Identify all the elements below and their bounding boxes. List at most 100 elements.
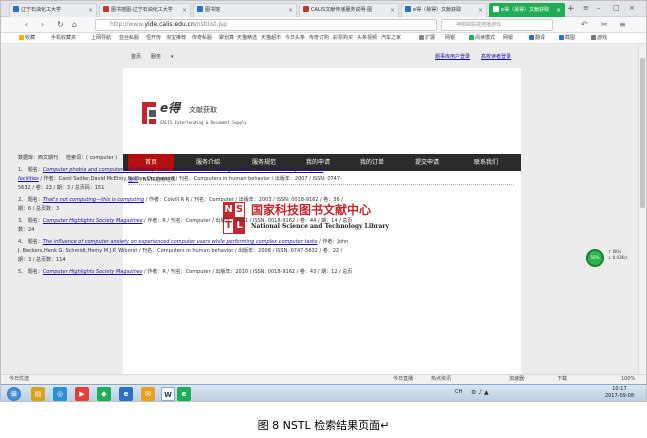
bookmark-item[interactable]: 恒开传 — [146, 34, 161, 43]
extension-item[interactable]: 截图 — [559, 34, 575, 43]
bookmark-item[interactable]: 亚丝私服 — [119, 34, 139, 43]
translate-icon — [529, 35, 534, 40]
more-icon[interactable]: ≡ — [619, 20, 626, 30]
tab-yide-active[interactable]: e得（易得）文献获取 × — [489, 3, 565, 17]
tab-bar: 辽宁石油化工大学 × 图书馆图-辽宁石油化工大学 × 图书馆 × CALIS文献传递服… — [1, 1, 646, 17]
forward-icon[interactable]: › — [41, 20, 44, 30]
brand-name: e得 — [160, 101, 181, 115]
close-icon[interactable]: × — [182, 4, 187, 17]
status-item[interactable]: 今日直播 — [393, 375, 413, 384]
chevron-down-icon[interactable]: ▾ — [171, 52, 174, 62]
navigation-bar: ‹ › ↻ ⌂ http://www.yide.calis.edu.cn/nst… — [1, 17, 646, 33]
app-icon[interactable]: ✉ — [141, 387, 155, 401]
scrollbar-thumb[interactable] — [640, 58, 645, 208]
maximize-icon[interactable]: □ — [613, 2, 620, 15]
explorer-icon[interactable]: ▤ — [31, 387, 45, 401]
close-icon[interactable]: × — [88, 4, 93, 17]
reader-login-link[interactable]: 高校读者登录 — [481, 52, 511, 62]
bookmark-item[interactable]: 传奇订购 — [309, 34, 329, 43]
tab-lnpu[interactable]: 辽宁石油化工大学 × — [9, 3, 97, 17]
close-icon[interactable]: × — [556, 4, 561, 17]
menu-submit-request[interactable]: 提交申请 — [399, 154, 455, 171]
minimize-icon[interactable]: – — [597, 2, 601, 15]
page-viewport: 首页 服务 ▾ 题事库用户登录 高校读者登录 e得 文献获取 CALIS Int… — [1, 44, 646, 374]
search-input[interactable]: 神眼睛联歌搜播游戏 — [441, 19, 553, 31]
bookmark-item[interactable]: 淘宝推荐 — [166, 34, 186, 43]
library-login-link[interactable]: 题事库用户登录 — [435, 52, 470, 62]
result-title-link[interactable]: The influence of computer anxiety on exp… — [43, 239, 318, 245]
tab-yide-1[interactable]: e得（易得）文献获取 × — [401, 3, 487, 17]
new-tab-button[interactable]: + — [567, 2, 575, 16]
browser-ie-icon[interactable]: e — [119, 387, 133, 401]
globe-icon — [405, 6, 411, 12]
bookmark-item[interactable]: 传奇私服 — [192, 34, 212, 43]
extension-item[interactable]: 扩展 — [419, 34, 435, 43]
home-icon[interactable]: ⌂ — [72, 20, 77, 30]
database-name: 西文期刊 — [38, 155, 59, 161]
globe-icon — [13, 6, 19, 12]
browser-360-icon[interactable]: e — [177, 387, 191, 401]
bookmark-item[interactable]: 天猫精选 — [237, 34, 257, 43]
speed-gauge: 56% — [586, 249, 604, 267]
extension-item[interactable]: 网银 — [503, 34, 513, 43]
status-left-label[interactable]: 今日优选 — [9, 375, 29, 384]
menu-icon[interactable]: ≡ — [583, 2, 589, 15]
bookmark-item[interactable]: 聚划算 — [219, 34, 234, 43]
result-title-link[interactable]: Computer Highlights Society Magazines — [43, 269, 143, 275]
close-icon[interactable]: × — [390, 4, 395, 17]
back-icon[interactable]: ‹ — [25, 20, 28, 30]
word-icon[interactable]: W — [161, 387, 175, 401]
result-item: 4、 题名：The influence of computer anxiety … — [18, 239, 349, 263]
figure-caption: 图 8 NSTL 检索结果页面↵ — [257, 419, 390, 432]
top-service-link[interactable]: 服务 — [151, 52, 161, 62]
brand-org: CALIS Interlending & Document Supply — [160, 120, 247, 125]
tab-library[interactable]: 图书馆 × — [193, 3, 297, 17]
result-title-link[interactable]: facilities — [18, 176, 39, 182]
bookmark-item[interactable]: 天猫超市 — [261, 34, 281, 43]
tab-calis-doc[interactable]: CALIS文献传递服务说明-图 × — [299, 3, 399, 17]
status-item[interactable]: 热点资讯 — [431, 375, 451, 384]
app-icon[interactable]: ◆ — [97, 387, 111, 401]
tab-library-map[interactable]: 图书馆图-辽宁石油化工大学 × — [99, 3, 191, 17]
bookmark-item[interactable]: 手机收藏夹 — [51, 34, 76, 43]
app-icon[interactable]: ▶ — [75, 387, 89, 401]
result-title-link[interactable]: Computer phobia and computer self-effica… — [43, 167, 324, 173]
extension-item[interactable]: 翻译 — [529, 34, 545, 43]
bookmark-item[interactable]: 头条视频 — [357, 34, 377, 43]
calis-logo-icon — [142, 102, 156, 124]
extension-item[interactable]: 阅读模式 — [469, 34, 495, 43]
reload-icon[interactable]: ↻ — [57, 20, 64, 30]
site-header: e得 文献获取 CALIS Interlending & Document Su… — [123, 68, 521, 154]
input-language[interactable]: CH — [455, 389, 462, 395]
bookmark-item[interactable]: 收藏 — [19, 34, 35, 43]
undo-icon[interactable]: ↶ — [581, 20, 588, 30]
bookmark-item[interactable]: 彩票购买 — [333, 34, 353, 43]
bookmark-item[interactable]: 上网导航 — [91, 34, 111, 43]
zoom-level[interactable]: 100% — [621, 375, 635, 384]
status-item[interactable]: 下载 — [557, 375, 567, 384]
search-term: ( computer ) — [86, 155, 118, 161]
address-bar[interactable]: http://www.yide.calis.edu.cn/nstllist.js… — [95, 19, 437, 31]
cut-icon[interactable]: ✂ — [601, 20, 608, 30]
tray-icons[interactable]: ⚙ ♪ ▲ — [471, 389, 489, 396]
close-icon[interactable]: × — [478, 4, 483, 17]
result-item: 1、 题名：Computer phobia and computer self-… — [18, 167, 342, 191]
app-icon[interactable]: ◎ — [53, 387, 67, 401]
bookmark-item[interactable]: 汽车之家 — [381, 34, 401, 43]
system-clock[interactable]: 10:17 2017-09-08 — [605, 386, 634, 400]
scissors-icon — [559, 35, 564, 40]
status-item[interactable]: 加速器 — [509, 375, 524, 384]
bookmarks-bar: 收藏 手机收藏夹 上网导航 亚丝私服 恒开传 淘宝推荐 传奇私服 聚划算 天猫精… — [1, 33, 646, 44]
extension-item[interactable]: 网银 — [445, 34, 455, 43]
menu-contact[interactable]: 联系我们 — [457, 154, 515, 171]
bookmark-item[interactable]: 今日头条 — [285, 34, 305, 43]
result-title-link[interactable]: Computer Highlights Society Magazines — [43, 218, 143, 224]
vertical-scrollbar[interactable] — [638, 44, 646, 374]
extension-item[interactable]: 游戏 — [591, 34, 607, 43]
result-title-link[interactable]: That's not computing—this is computing — [43, 197, 144, 203]
start-button[interactable]: ⊞ — [7, 387, 21, 401]
close-window-icon[interactable]: × — [629, 2, 635, 15]
top-home-link[interactable]: 首页 — [131, 52, 141, 62]
close-icon[interactable]: × — [288, 4, 293, 17]
network-monitor-widget[interactable]: 56% ↑ 0K/s ↓ 0.03K/s — [586, 249, 634, 267]
